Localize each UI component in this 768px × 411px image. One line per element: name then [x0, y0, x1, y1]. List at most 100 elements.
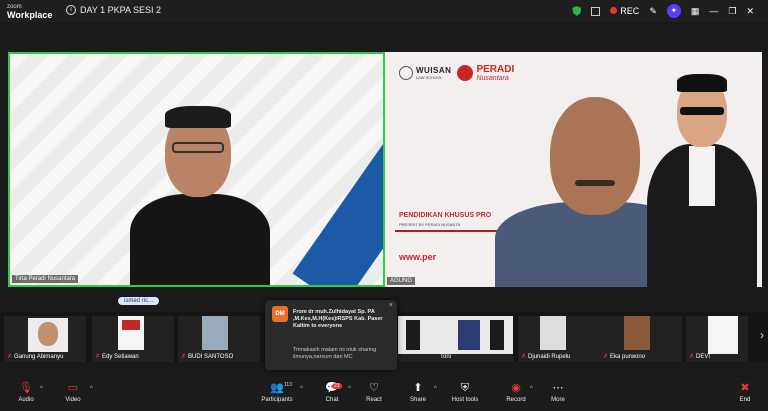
peradi-emblem-icon — [457, 65, 474, 81]
audio-label: Audio — [18, 397, 34, 403]
share-button[interactable]: ⬆ Share — [406, 381, 430, 403]
heart-icon: ♡ — [369, 382, 379, 394]
speaker-figure — [120, 104, 280, 285]
wuisan-logo: WUISAN LAW SCHOOL — [399, 66, 451, 80]
share-caret-icon[interactable]: ^ — [434, 386, 437, 392]
more-icon: ⋯ — [552, 382, 564, 394]
participant-thumb[interactable]: Toni — [398, 316, 513, 362]
host-tools-button[interactable]: ⛨ Host tools — [448, 381, 482, 403]
suited-figure — [647, 74, 757, 287]
muted-mic-icon: ✗ — [603, 354, 609, 360]
participants-count: 113 — [284, 382, 292, 388]
security-shield-icon[interactable] — [572, 6, 582, 16]
record-icon: ◉ — [511, 382, 521, 394]
audio-caret-icon[interactable]: ^ — [40, 386, 43, 392]
meeting-toolbar: 🎙 Audio ^ ▭ Video ^ 👥 Participants 113 ^… — [0, 377, 768, 411]
react-button[interactable]: ♡ React — [362, 381, 386, 403]
participant-thumb[interactable]: ✗ Djunaidi Rupelu — [518, 316, 600, 362]
participant-name: Edy Setiawan — [102, 354, 139, 360]
record-dot-icon — [610, 7, 618, 14]
end-button[interactable]: ✖ End — [733, 381, 757, 403]
close-icon[interactable]: × — [389, 302, 393, 309]
chat-notification[interactable]: DM From dr muh.Zulhidayat Sp. PA ,M.Kes,… — [265, 300, 397, 370]
muted-mic-icon: ✗ — [7, 354, 13, 360]
record-caret-icon[interactable]: ^ — [530, 386, 533, 392]
share-label: Share — [409, 397, 426, 403]
participant-name: Ganung Abimanyu — [14, 354, 64, 360]
rec-label: REC — [620, 6, 640, 16]
wuisan-sub: LAW SCHOOL — [416, 75, 443, 80]
logo-line-2: Workplace — [7, 10, 53, 20]
video-off-icon: ▭ — [67, 382, 79, 394]
video-tile-active-speaker[interactable]: 👏 Tirta Peradi Nusantara — [8, 52, 385, 287]
record-label: Record — [506, 397, 526, 403]
minimize-icon[interactable]: — — [709, 6, 718, 16]
zoom-logo: zoom Workplace — [7, 3, 53, 20]
peradi-logo: PERADI Nusantara — [457, 64, 514, 82]
more-label: More — [551, 397, 565, 403]
video-label: Video — [65, 397, 81, 403]
slide-subline: PRESENT BY PERADI NUSANTA — [399, 222, 461, 227]
sender-avatar: DM — [272, 306, 288, 322]
muted-mic-icon: ✗ — [689, 354, 695, 360]
end-call-icon: ✖ — [740, 382, 750, 394]
participant-name: DEVI — [696, 354, 711, 360]
react-label: React — [366, 397, 382, 403]
video-tile-agung[interactable]: WUISAN LAW SCHOOL PERADI Nusantara PENDIDI… — [385, 52, 762, 287]
record-button[interactable]: ◉ Record — [503, 381, 529, 403]
participant-thumb[interactable]: ✗ BUDI SANTOSO — [178, 316, 260, 362]
meeting-title: DAY 1 PKPA SESI 2 — [80, 5, 162, 15]
video-button[interactable]: ▭ Video — [60, 381, 86, 403]
share-screen-icon: ⬆ — [413, 382, 423, 394]
chat-caret-icon[interactable]: ^ — [348, 386, 351, 392]
slide-url: www.per — [399, 252, 437, 262]
wuisan-text: WUISAN — [416, 66, 452, 75]
wuisan-crest-icon — [399, 66, 413, 80]
restore-icon[interactable]: ❐ — [728, 6, 736, 17]
speaking-indicator-pill[interactable]: ismed ric... — [118, 297, 160, 305]
pen-icon[interactable]: ✎ — [649, 6, 657, 17]
muted-mic-icon: ✗ — [521, 354, 527, 360]
audio-button[interactable]: 🎙 Audio — [14, 381, 38, 403]
participant-thumb[interactable]: ✗ Eka purwono — [600, 316, 682, 362]
mic-muted-icon: 🎙 — [19, 382, 33, 394]
participant-name: Toni — [440, 354, 452, 360]
shield-icon: ⛨ — [460, 382, 470, 394]
chevron-right-icon[interactable]: › — [760, 328, 764, 342]
chat-sender: From dr muh.Zulhidayat Sp. PA ,M.Kes,M.H… — [293, 309, 383, 329]
participant-name: BUDI SANTOSO — [188, 354, 234, 360]
participant-thumb[interactable]: ✗ Edy Setiawan — [92, 316, 174, 362]
end-label: End — [739, 397, 751, 403]
chat-label: Chat — [325, 397, 339, 403]
title-bar: zoom Workplace i DAY 1 PKPA SESI 2 REC ✎… — [0, 0, 768, 22]
tile-name-label: Tirta Peradi Nusantara — [12, 275, 79, 283]
meeting-info-icon[interactable]: i — [66, 5, 76, 15]
blue-banner-decor — [292, 142, 383, 285]
slide-headline: PENDIDIKAN KHUSUS PRO — [399, 212, 492, 219]
peradi-sub: Nusantara — [476, 75, 509, 82]
participants-label: Participants — [261, 397, 293, 403]
grid-view-icon[interactable]: ▦ — [691, 6, 700, 17]
recording-indicator[interactable]: REC — [610, 6, 639, 16]
presentation-logos: WUISAN LAW SCHOOL PERADI Nusantara — [399, 64, 514, 82]
video-caret-icon[interactable]: ^ — [90, 386, 93, 392]
participant-name: Eka purwono — [610, 354, 646, 360]
captions-icon[interactable] — [591, 6, 601, 16]
peradi-text: PERADI — [476, 64, 515, 75]
more-button[interactable]: ⋯ More — [546, 381, 570, 403]
chat-message: Trimakasih malam ini ntuk sharing ilmuny… — [293, 347, 377, 360]
muted-mic-icon: ✗ — [181, 354, 187, 360]
participant-name: Djunaidi Rupelu — [528, 354, 571, 360]
chat-badge: 23 — [332, 383, 342, 389]
ai-companion-icon[interactable]: ✦ — [666, 4, 681, 18]
participant-thumb[interactable]: ✗ DEVI — [686, 316, 748, 362]
tile-name-label: AGUNG — [387, 277, 416, 285]
muted-mic-icon: ✗ — [95, 354, 101, 360]
video-stage: 👏 Tirta Peradi Nusantara WUISANLAW SCHOO… — [0, 22, 768, 312]
participants-caret-icon[interactable]: ^ — [300, 386, 303, 392]
participant-thumb[interactable]: ✗ Ganung Abimanyu — [4, 316, 86, 362]
titlebar-controls: REC ✎ ✦ ▦ — ❐ ✕ — [572, 0, 768, 22]
close-window-icon[interactable]: ✕ — [746, 6, 754, 17]
chat-button[interactable]: 💬 23 Chat — [320, 381, 344, 403]
host-tools-label: Host tools — [451, 397, 479, 403]
